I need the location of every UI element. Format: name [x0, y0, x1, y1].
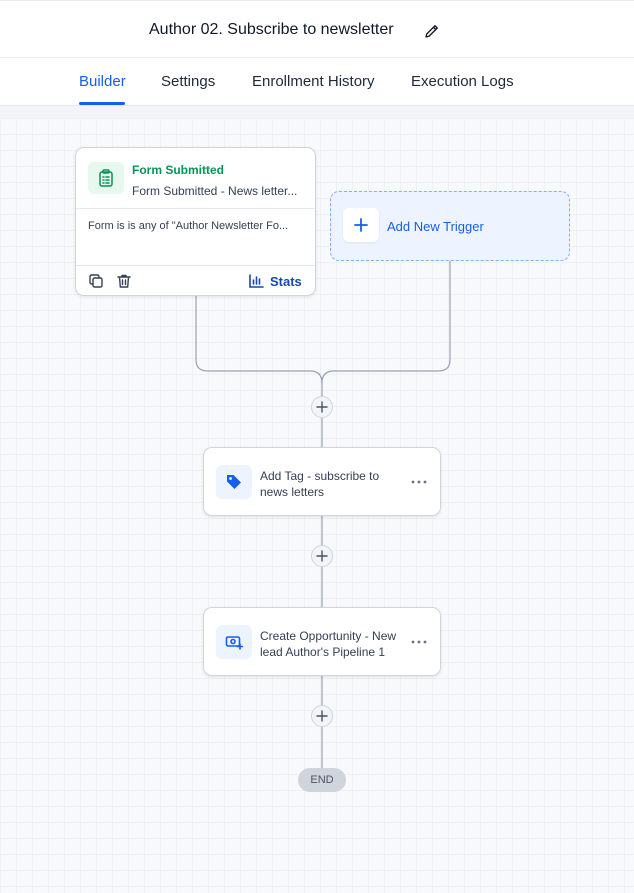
- pencil-icon[interactable]: [423, 22, 441, 40]
- stats-label: Stats: [270, 274, 302, 289]
- copy-icon[interactable]: [88, 273, 104, 289]
- action-card-create-opportunity[interactable]: Create Opportunity - New lead Author's P…: [203, 607, 441, 676]
- active-tab-indicator: [79, 102, 125, 105]
- trigger-subtitle: Form Submitted - News letter...: [132, 184, 298, 198]
- trash-icon[interactable]: [116, 273, 132, 289]
- tab-settings[interactable]: Settings: [161, 73, 215, 90]
- action-card-add-tag[interactable]: Add Tag - subscribe to news letters: [203, 447, 441, 516]
- plus-icon: [316, 710, 328, 722]
- plus-icon: [316, 550, 328, 562]
- trigger-card-form-submitted[interactable]: Form Submitted Form Submitted - News let…: [75, 147, 316, 296]
- add-step-button[interactable]: [311, 545, 333, 567]
- stats-button[interactable]: Stats: [249, 273, 302, 291]
- divider: [76, 208, 315, 209]
- add-step-button[interactable]: [311, 396, 333, 418]
- add-trigger-icon-box: [343, 208, 379, 242]
- more-horizontal-icon[interactable]: [411, 478, 427, 486]
- add-step-button[interactable]: [311, 705, 333, 727]
- action-label: Add Tag - subscribe to news letters: [260, 469, 380, 499]
- tab-builder[interactable]: Builder: [79, 73, 126, 90]
- plus-icon: [316, 401, 328, 413]
- more-horizontal-icon[interactable]: [411, 638, 427, 646]
- action-icon-box: [216, 465, 252, 499]
- plus-icon: [354, 218, 368, 232]
- trigger-title: Form Submitted: [132, 163, 224, 177]
- tab-execution-logs[interactable]: Execution Logs: [411, 73, 514, 90]
- tab-enrollment-history[interactable]: Enrollment History: [252, 73, 375, 90]
- tag-icon: [227, 475, 241, 489]
- end-node: END: [298, 768, 346, 792]
- tab-bar: Builder Settings Enrollment History Exec…: [0, 58, 634, 106]
- clipboard-list-icon: [99, 169, 113, 187]
- trigger-icon-box: [88, 162, 124, 194]
- action-label: Create Opportunity - New lead Author's P…: [260, 629, 397, 659]
- divider: [76, 265, 315, 266]
- add-new-trigger-button[interactable]: Add New Trigger: [330, 191, 570, 261]
- opportunity-icon: [225, 636, 243, 650]
- action-icon-box: [216, 625, 252, 659]
- workflow-header: Author 02. Subscribe to newsletter: [0, 0, 634, 58]
- bar-chart-icon: [249, 274, 264, 288]
- workflow-title: Author 02. Subscribe to newsletter: [149, 21, 394, 38]
- trigger-condition: Form is is any of "Author Newsletter Fo.…: [88, 220, 289, 232]
- add-trigger-label: Add New Trigger: [387, 219, 484, 234]
